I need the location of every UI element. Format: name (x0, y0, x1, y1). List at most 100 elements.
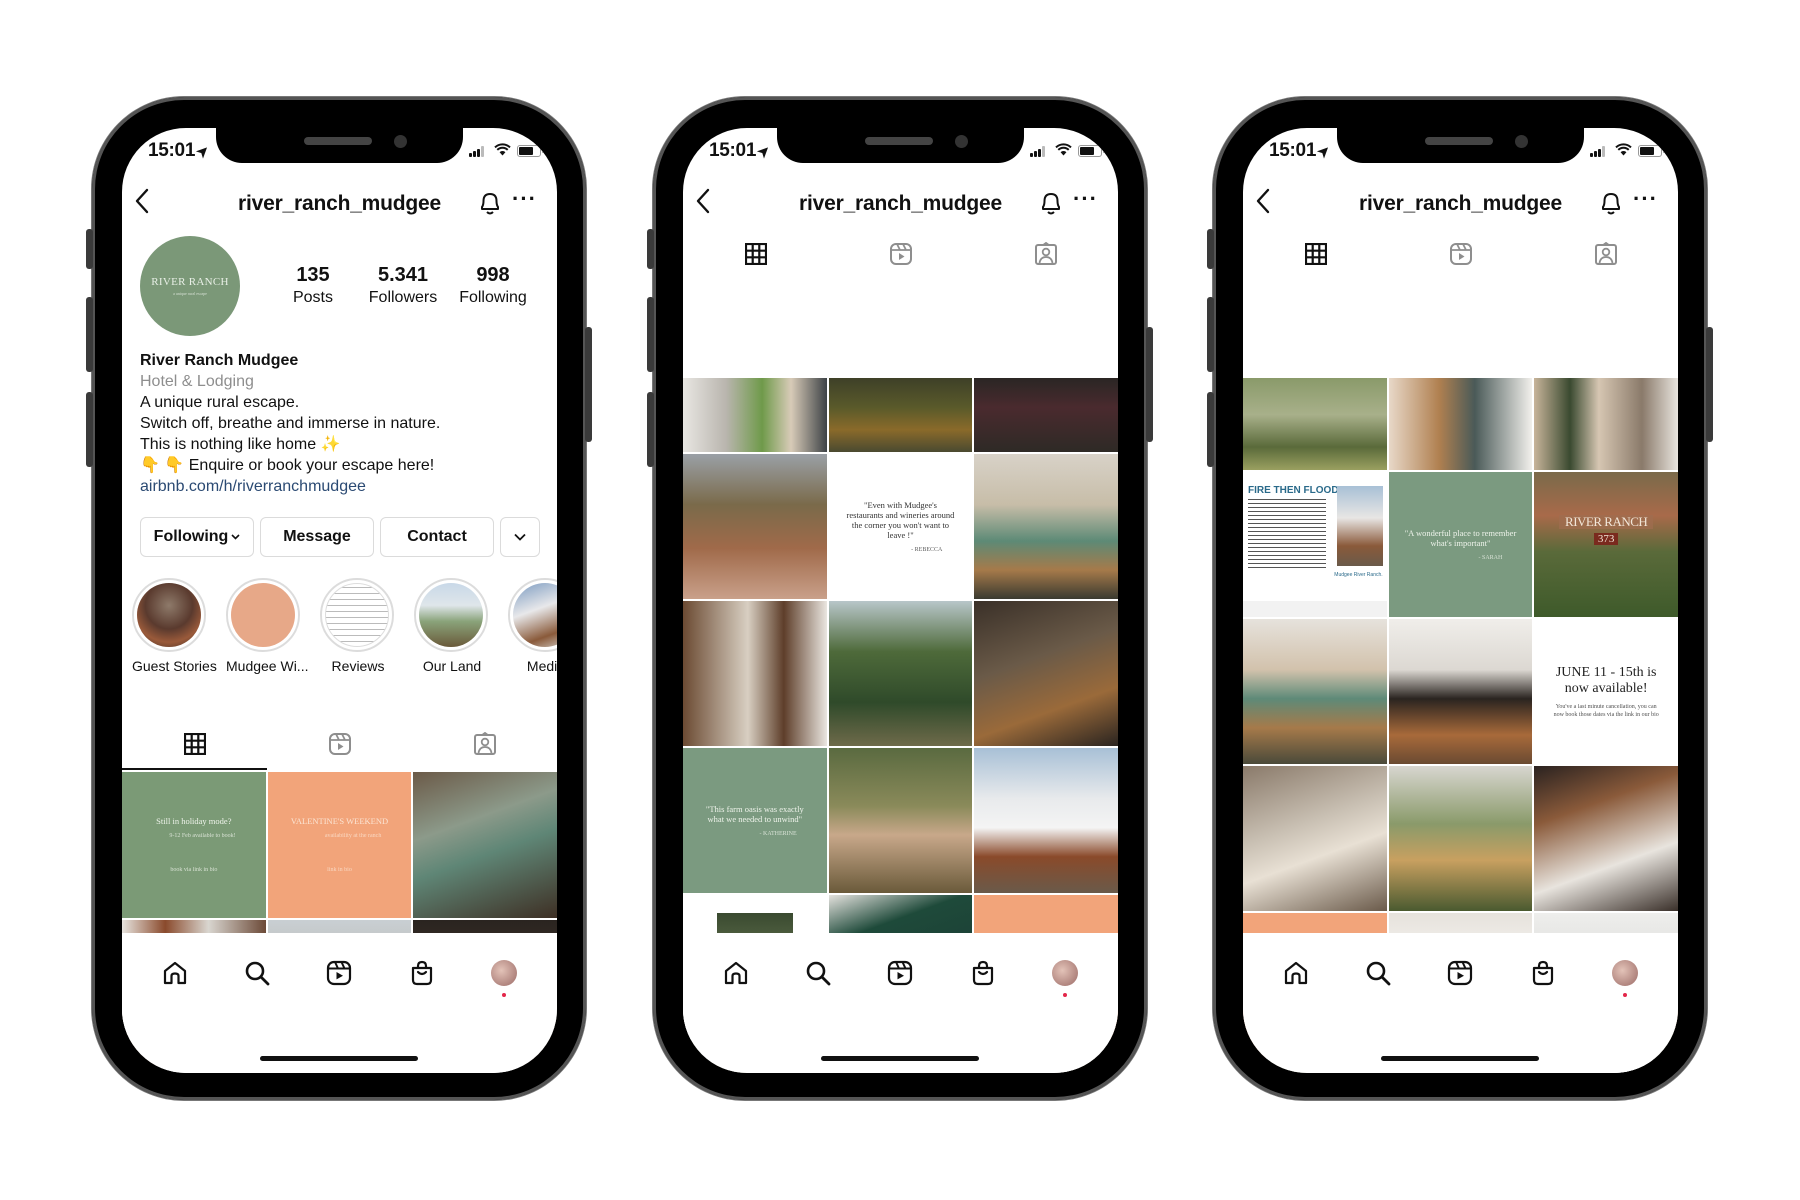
highlight-guest-stories[interactable]: Guest Stories (132, 578, 217, 674)
post-tile[interactable] (1534, 378, 1678, 470)
bell-icon (481, 193, 499, 215)
notifications-bell-button[interactable] (1040, 190, 1062, 216)
tab-tagged[interactable] (973, 228, 1118, 280)
stat-following[interactable]: 998 Following (448, 264, 538, 307)
suggested-accounts-button[interactable] (500, 517, 540, 557)
post-tile[interactable]: "A wonderful place to remember what's im… (1388, 472, 1533, 617)
profile-stats: 135 Posts 5.341 Followers 998 Following (268, 264, 538, 307)
post-tile[interactable] (683, 378, 827, 452)
post-tile[interactable]: "Even with Mudgee's restaurants and wine… (828, 454, 973, 599)
post-tile[interactable] (828, 748, 973, 893)
post-tile[interactable] (1388, 619, 1533, 764)
profile-website-link[interactable]: airbnb.com/h/riverranchmudgee (140, 476, 550, 497)
reels-icon (1449, 242, 1473, 266)
tab-reels[interactable] (1388, 228, 1533, 280)
post-quote-text: "Even with Mudgee's restaurants and wine… (846, 499, 955, 540)
tab-reels[interactable] (267, 718, 412, 770)
highlight-cover (137, 583, 201, 647)
chevron-down-icon (514, 533, 526, 541)
post-quote-text: Still in holiday mode? (156, 816, 232, 826)
post-tile[interactable] (828, 601, 973, 746)
reels-button[interactable] (319, 953, 359, 993)
contact-button[interactable]: Contact (380, 517, 494, 557)
tab-posts-grid[interactable] (1243, 228, 1388, 280)
search-button[interactable] (798, 953, 838, 993)
stat-followers[interactable]: 5.341 Followers (358, 264, 448, 307)
shop-button[interactable] (1523, 953, 1563, 993)
tab-reels[interactable] (828, 228, 973, 280)
reels-button[interactable] (880, 953, 920, 993)
post-tile[interactable] (974, 601, 1118, 746)
more-options-button[interactable]: ··· (512, 186, 537, 212)
post-tile[interactable] (1388, 766, 1533, 911)
search-button[interactable] (237, 953, 277, 993)
notifications-bell-button[interactable] (479, 190, 501, 216)
shop-button[interactable] (963, 953, 1003, 993)
highlight-ring (226, 578, 300, 652)
search-icon (805, 960, 831, 986)
highlight-reviews[interactable]: Reviews (320, 578, 396, 674)
highlight-our-land[interactable]: Our Land (414, 578, 490, 674)
post-tile[interactable]: "This farm oasis was exactly what we nee… (683, 748, 827, 893)
profile-tab-button[interactable] (1045, 953, 1085, 997)
profile-tabs (1243, 228, 1678, 280)
message-button[interactable]: Message (260, 517, 374, 557)
post-tile[interactable]: JUNE 11 - 15th is now available! You've a… (1534, 619, 1678, 764)
stat-posts[interactable]: 135 Posts (268, 264, 358, 307)
home-indicator[interactable] (821, 1056, 979, 1061)
highlight-ring (508, 578, 557, 652)
home-indicator[interactable] (260, 1056, 418, 1061)
tab-posts-grid[interactable] (683, 228, 828, 280)
post-tile[interactable] (1243, 378, 1387, 470)
home-button[interactable] (716, 953, 756, 993)
post-tile[interactable]: VALENTINE'S WEEKEND availability at the r… (267, 772, 412, 918)
post-sign-text: RIVER RANCH (1559, 514, 1654, 529)
search-button[interactable] (1358, 953, 1398, 993)
post-tile[interactable] (1534, 766, 1678, 911)
shop-button[interactable] (402, 953, 442, 993)
post-tile[interactable] (1243, 619, 1387, 764)
post-news-photo (1336, 486, 1383, 566)
tab-tagged[interactable] (412, 718, 557, 770)
highlight-media[interactable]: Media (508, 578, 557, 674)
post-quote-attribution: - KATHERINE (759, 830, 797, 837)
notification-dot (501, 993, 506, 997)
profile-avatar[interactable]: RIVER RANCH a unique rural escape (140, 236, 240, 336)
post-tile[interactable]: FIRE THEN FLOOD Mudgee River Ranch. (1243, 472, 1387, 617)
screen: 15:01➤ river_ranch_mudgee ··· FIRE THEN … (1243, 128, 1678, 1073)
post-tile[interactable]: RIVER RANCH 373 (1534, 472, 1678, 617)
post-tile[interactable] (1388, 378, 1533, 470)
mute-switch (647, 229, 654, 269)
post-tile[interactable] (974, 378, 1118, 452)
post-tile[interactable] (683, 601, 827, 746)
home-indicator[interactable] (1381, 1056, 1539, 1061)
profile-tab-button[interactable] (484, 953, 524, 997)
home-button[interactable] (1276, 953, 1316, 993)
reels-icon (1447, 960, 1473, 986)
status-bar: 15:01➤ (122, 140, 557, 164)
post-tile[interactable] (974, 748, 1118, 893)
home-button[interactable] (155, 953, 195, 993)
tab-tagged[interactable] (1533, 228, 1678, 280)
notifications-bell-button[interactable] (1600, 190, 1622, 216)
more-options-button[interactable]: ··· (1073, 186, 1098, 212)
post-tile[interactable]: Still in holiday mode? 9-12 Feb available… (122, 772, 266, 918)
bio-cta-line: 👇 👇 Enquire or book your escape here! (140, 455, 550, 476)
post-tile[interactable] (1243, 766, 1387, 911)
status-time: 15:01➤ (709, 140, 773, 162)
post-tile[interactable] (413, 772, 557, 918)
more-options-button[interactable]: ··· (1633, 186, 1658, 212)
highlight-ring (320, 578, 394, 652)
highlight-label: Media (526, 658, 557, 674)
post-tile[interactable] (828, 378, 973, 452)
post-news-caption: Mudgee River Ranch. (1334, 572, 1383, 578)
profile-tab-button[interactable] (1605, 953, 1645, 997)
highlight-cover (419, 583, 483, 647)
post-tile[interactable] (974, 454, 1118, 599)
highlight-mudgee-wineries[interactable]: Mudgee Wi... (226, 578, 308, 674)
following-button[interactable]: Following (140, 517, 254, 557)
post-tile[interactable] (683, 454, 827, 599)
tab-posts-grid[interactable] (122, 718, 267, 770)
reels-button[interactable] (1440, 953, 1480, 993)
bio-line: Switch off, breathe and immerse in natur… (140, 415, 441, 432)
